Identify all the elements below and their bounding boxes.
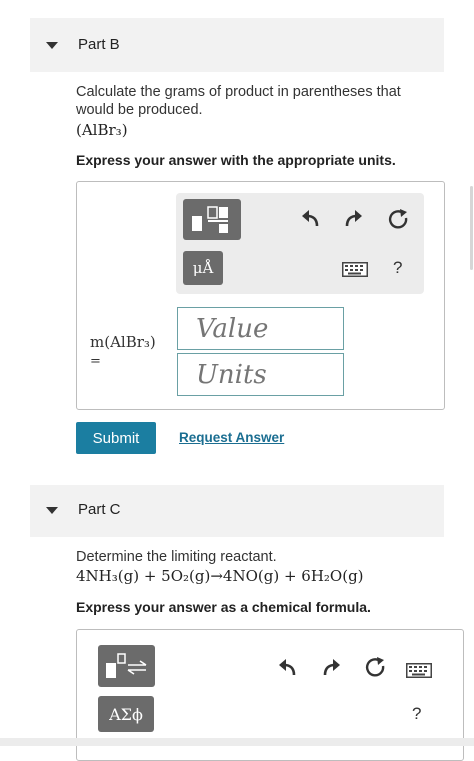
part-c-question: Determine the limiting reactant. (76, 549, 277, 565)
part-c-title: Part C (78, 501, 121, 518)
units-button-label: μÅ (192, 259, 214, 277)
fraction-template-icon (192, 205, 228, 233)
part-b-instruction: Express your answer with the appropriate… (76, 152, 396, 168)
scrollbar[interactable] (470, 186, 473, 270)
greek-symbols-button[interactable]: ΑΣϕ (98, 696, 154, 732)
help-button[interactable]: ? (412, 704, 421, 724)
redo-icon[interactable] (321, 657, 343, 679)
reset-icon[interactable] (387, 208, 411, 232)
undo-icon[interactable] (276, 657, 298, 679)
part-c-instruction: Express your answer as a chemical formul… (76, 599, 371, 615)
template-button[interactable] (183, 199, 241, 240)
redo-icon[interactable] (343, 208, 365, 230)
equals-sign: = (90, 354, 101, 369)
keyboard-icon[interactable] (342, 262, 368, 277)
request-answer-link[interactable]: Request Answer (179, 430, 284, 445)
chemistry-template-icon (105, 653, 146, 678)
part-b-title: Part B (78, 36, 120, 53)
units-button[interactable]: μÅ (183, 251, 223, 285)
greek-button-label: ΑΣϕ (109, 704, 143, 724)
reset-icon[interactable] (364, 656, 388, 680)
units-input[interactable] (177, 353, 344, 396)
help-button[interactable]: ? (393, 258, 402, 278)
undo-icon[interactable] (299, 208, 321, 230)
keyboard-icon[interactable] (406, 663, 432, 678)
collapse-caret-icon[interactable] (46, 507, 58, 514)
variable-label: m(AlBr₃) (90, 333, 156, 351)
part-b-question: Calculate the grams of product in parent… (76, 84, 401, 118)
chem-template-button[interactable] (98, 645, 155, 687)
value-input[interactable] (177, 307, 344, 350)
bottom-divider (0, 738, 474, 746)
reaction-equation: 4NH₃(g) + 5O₂(g)→4NO(g) + 6H₂O(g) (76, 567, 364, 585)
collapse-caret-icon[interactable] (46, 42, 58, 49)
submit-button[interactable]: Submit (76, 422, 156, 454)
part-b-formula: (AlBr₃) (76, 121, 128, 139)
